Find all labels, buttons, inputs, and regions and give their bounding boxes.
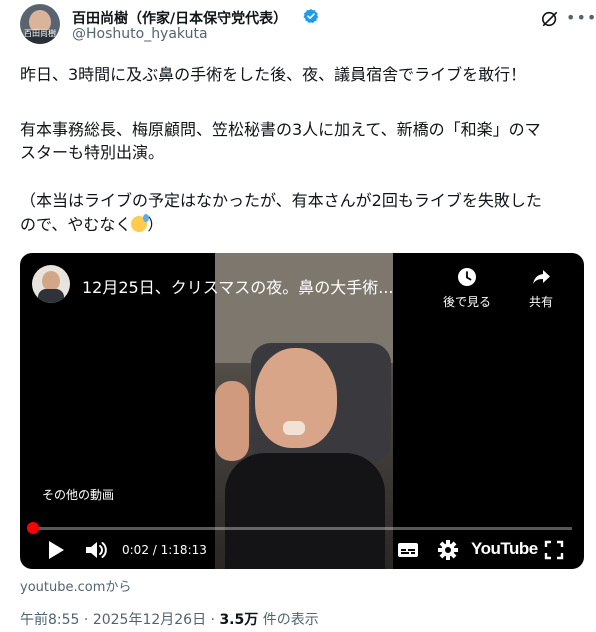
tweet-line-3: 有本事務総長、梅原顧問、笠松秘書の3人に加えて、新橋の「和楽」のマ	[20, 120, 541, 139]
channel-avatar[interactable]	[32, 265, 70, 303]
video-time: 0:02 / 1:18:13	[122, 543, 207, 557]
captions-icon[interactable]	[397, 539, 419, 561]
author-handle[interactable]: @Hoshuto_hyakuta	[72, 26, 208, 42]
grok-icon[interactable]	[541, 10, 559, 28]
tweet-line-7-wrap: ので、やむなく ）	[20, 214, 163, 236]
video-title[interactable]: 12月25日、クリスマスの夜。鼻の大手術...	[82, 274, 394, 298]
avatar[interactable]: 百田尚樹	[20, 4, 60, 44]
video-player[interactable]: 12月25日、クリスマスの夜。鼻の大手術... 後で見る 共有 その他の動画 0…	[20, 253, 584, 569]
tweet-time[interactable]: 午前8:55	[20, 612, 79, 628]
view-count-suffix: 件の表示	[258, 612, 319, 628]
more-options-icon[interactable]: •••	[566, 8, 596, 27]
tweet-line-6: （本当はライブの予定はなかったが、有本さんが2回もライブを失敗した	[20, 191, 542, 210]
sweat-smile-emoji-icon	[131, 214, 150, 232]
separator: ·	[79, 612, 93, 628]
separator: ·	[206, 612, 220, 628]
watch-later-button[interactable]: 後で見る	[438, 267, 496, 310]
tweet-line-4: スターも特別出演。	[20, 143, 165, 162]
youtube-logo[interactable]: YouTube	[471, 539, 538, 559]
link-source[interactable]: youtube.comから	[20, 576, 131, 595]
view-count: 3.5万	[219, 612, 259, 628]
fullscreen-icon[interactable]	[544, 539, 564, 561]
volume-icon[interactable]	[84, 539, 108, 561]
share-label: 共有	[528, 295, 553, 309]
closing-paren: ）	[147, 215, 164, 234]
settings-gear-icon[interactable]	[437, 539, 459, 561]
tweet-line-7: ので、やむなく	[20, 215, 132, 234]
scrub-handle[interactable]	[27, 522, 39, 534]
share-button[interactable]: 共有	[518, 267, 564, 310]
clock-icon	[458, 268, 476, 286]
tweet-line-1: 昨日、3時間に及ぶ鼻の手術をした後、夜、議員宿舎でライブを敢行！	[20, 65, 527, 84]
progress-bar[interactable]	[32, 527, 572, 530]
share-arrow-icon	[533, 270, 550, 284]
more-videos-label[interactable]: その他の動画	[42, 486, 114, 503]
author-name[interactable]: 百田尚樹（作家/日本保守党代表）	[72, 8, 287, 28]
play-icon[interactable]	[46, 539, 66, 561]
avatar-signature: 百田尚樹	[24, 29, 56, 38]
video-frame[interactable]	[215, 253, 393, 569]
watch-later-label: 後で見る	[442, 295, 491, 309]
tweet-meta: 午前8:55 · 2025年12月26日 · 3.5万 件の表示	[20, 609, 319, 629]
tweet-date[interactable]: 2025年12月26日	[93, 612, 206, 628]
verified-badge-icon	[303, 9, 319, 23]
